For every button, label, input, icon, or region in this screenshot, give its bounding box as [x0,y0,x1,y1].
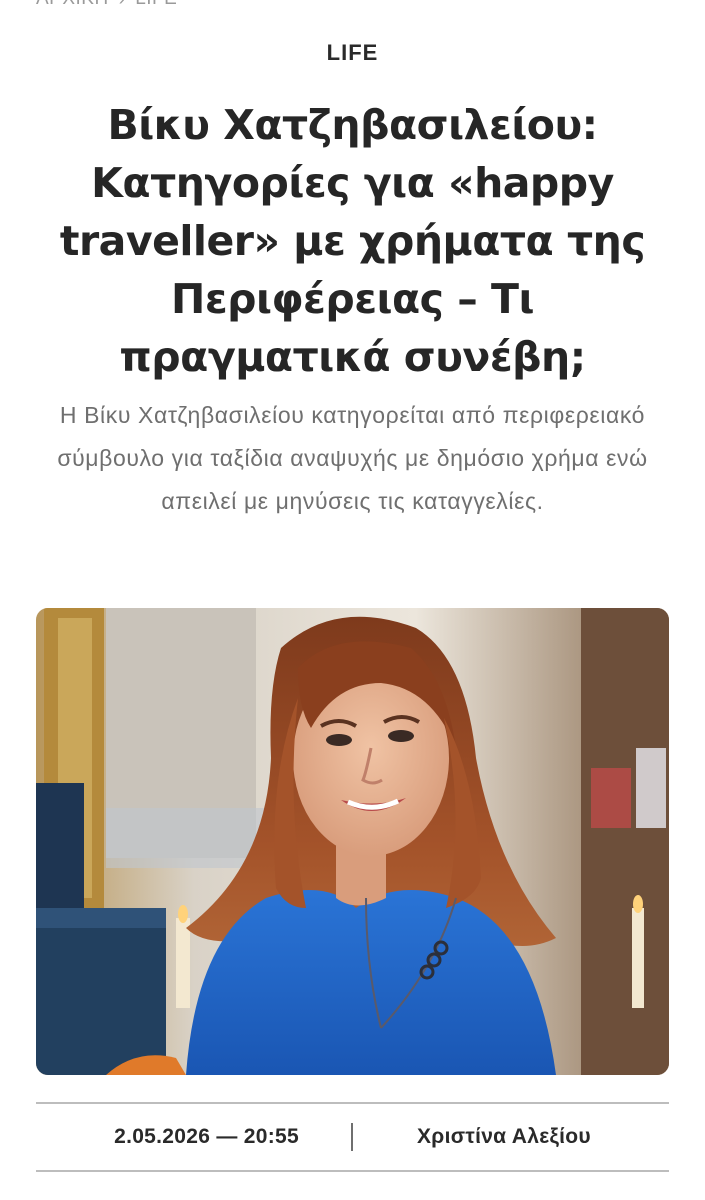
meta-bottom-divider [36,1170,669,1172]
breadcrumb-home-link[interactable]: ΑΡΧΙΚΗ [36,0,109,10]
chevron-right-icon: › [119,0,126,10]
article-photo [36,608,669,1075]
publish-date: 2.05.2026 — 20:55 [114,1125,299,1148]
category-label[interactable]: LIFE [0,40,705,66]
article-title: Βίκυ Χατζηβασιλείου: Κατηγορίες για «hap… [59,101,646,381]
author-link[interactable]: Χριστίνα Αλεξίου [417,1125,591,1149]
article-meta: 2.05.2026 — 20:55 Χριστίνα Αλεξίου [36,1104,669,1170]
breadcrumb-category-link[interactable]: LIFE [135,0,177,10]
breadcrumb: ΑΡΧΙΚΗ › LIFE [36,0,177,10]
meta-separator [351,1123,353,1151]
article-lead: Η Βίκυ Χατζηβασιλείου κατηγορείται από π… [57,402,648,514]
